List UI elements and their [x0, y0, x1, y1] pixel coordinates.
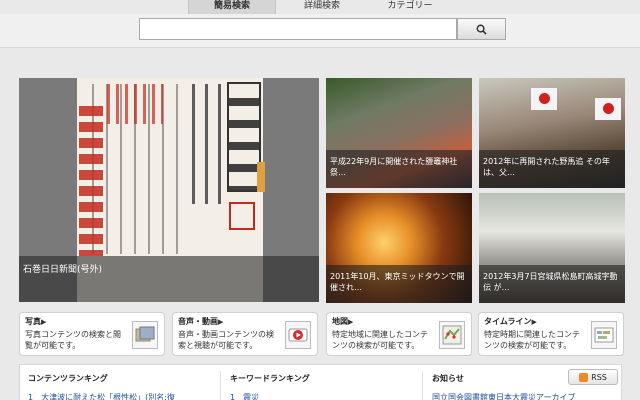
thumbnail-caption: 平成22年9月に開催された鹽竈神社祭… — [326, 150, 472, 188]
thumbnail-truck[interactable]: 2012年3月7日宮城県松島町高城字動伝 が… — [479, 193, 625, 303]
timeline-icon — [591, 321, 617, 349]
search-mode-tabs: 簡易検索 詳細検索 カテゴリー — [0, 0, 640, 14]
featured-caption: 石巻日日新聞(号外) — [19, 256, 319, 302]
thumbnail-lanterns[interactable]: 2011年10月、東京ミッドタウンで開催され… — [326, 193, 472, 303]
category-card-timeline[interactable]: タイムライン▶ 特定時期に関連したコンテンツの検索が可能です。 — [478, 312, 624, 356]
tab-category[interactable]: カテゴリー — [366, 0, 454, 14]
rss-button[interactable]: RSS — [568, 369, 618, 385]
search-icon — [476, 24, 487, 35]
video-icon — [285, 321, 311, 349]
card-description: 特定時期に関連したコンテンツの検索が可能です。 — [484, 330, 580, 350]
category-card-map[interactable]: 地図▶ 特定地域に関連したコンテンツの検索が可能です。 — [326, 312, 472, 356]
keyword-ranking-title: キーワードランキング — [230, 374, 310, 383]
card-title: タイムライン — [484, 317, 532, 326]
card-title: 地図 — [332, 317, 348, 326]
search-bar — [0, 14, 640, 48]
card-description: 音声・動画コンテンツの検索と視聴が可能です。 — [178, 330, 274, 350]
photo-icon — [132, 321, 158, 349]
thumbnail-nomaoi[interactable]: 2012年に再開された野馬追 その年は、父… — [479, 78, 625, 188]
rss-icon — [579, 372, 589, 382]
tab-advanced-search[interactable]: 詳細検索 — [278, 0, 366, 14]
news-title: お知らせ — [432, 374, 464, 383]
search-button[interactable] — [457, 18, 506, 40]
card-title: 写真 — [25, 317, 41, 326]
bottom-panel: コンテンツランキング 1 大津波に耐えた松「根性松」(別名:復 キーワードランキ… — [19, 364, 622, 400]
news-item[interactable]: 国立国会図書館東日本大震災アーカイブ — [432, 392, 576, 400]
card-description: 写真コンテンツの検索と閲覧が可能です。 — [25, 330, 121, 350]
content-ranking-title: コンテンツランキング — [28, 374, 108, 383]
map-icon — [439, 321, 465, 349]
thumbnail-caption: 2012年に再開された野馬追 その年は、父… — [479, 150, 625, 188]
rss-label: RSS — [591, 372, 607, 382]
search-input[interactable] — [139, 18, 457, 40]
card-description: 特定地域に関連したコンテンツの検索が可能です。 — [332, 330, 428, 350]
card-title: 音声・動画 — [178, 317, 218, 326]
thumbnail-festival[interactable]: 平成22年9月に開催された鹽竈神社祭… — [326, 78, 472, 188]
category-card-video[interactable]: 音声・動画▶ 音声・動画コンテンツの検索と視聴が可能です。 — [172, 312, 318, 356]
category-card-photo[interactable]: 写真▶ 写真コンテンツの検索と閲覧が可能です。 — [19, 312, 165, 356]
content-ranking-item[interactable]: 1 大津波に耐えた松「根性松」(別名:復 — [28, 392, 175, 400]
thumbnail-caption: 2012年3月7日宮城県松島町高城字動伝 が… — [479, 265, 625, 303]
featured-item[interactable]: 石巻日日新聞(号外) — [19, 78, 319, 302]
tab-simple-search[interactable]: 簡易検索 — [188, 0, 276, 14]
thumbnail-caption: 2011年10月、東京ミッドタウンで開催され… — [326, 265, 472, 303]
keyword-ranking-item[interactable]: 1 震災 — [230, 392, 259, 400]
